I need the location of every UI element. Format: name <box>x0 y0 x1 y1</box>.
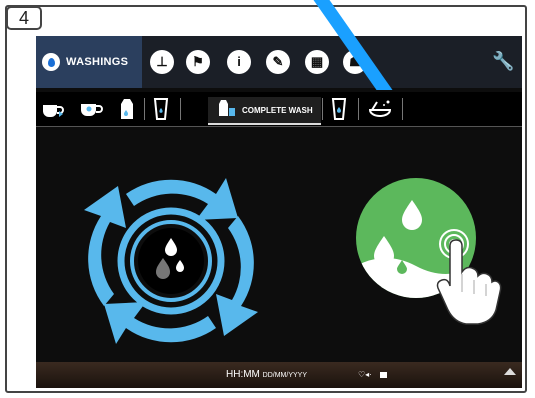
drop-icon <box>42 53 60 71</box>
glass-drop-icon[interactable] <box>328 97 350 121</box>
status-indicator-icons: ♡◂· <box>358 370 372 379</box>
info-icon[interactable]: i <box>227 50 251 74</box>
milk-carton-icon[interactable] <box>116 97 138 121</box>
complete-wash-label: COMPLETE WASH <box>242 105 313 115</box>
wash-cycle-graphic <box>84 178 258 344</box>
tab-washings-label: WASHINGS <box>66 56 129 68</box>
tap-hand-icon <box>436 229 502 325</box>
time-label: HH:MM <box>226 369 260 380</box>
step-number-badge: 4 <box>6 6 42 30</box>
calculator-icon[interactable]: ▦ <box>305 50 329 74</box>
separator <box>180 98 181 120</box>
coffee-wash-icon[interactable] <box>40 97 68 121</box>
tab-washings[interactable]: WASHINGS <box>36 36 142 88</box>
flag-icon[interactable]: ⚑ <box>186 50 210 74</box>
status-bar: HH:MM DD/MM/YYYY ♡◂· <box>36 362 522 388</box>
cup-icon[interactable] <box>78 97 104 121</box>
pencil-icon[interactable]: ✎ <box>266 50 290 74</box>
glass-icon[interactable] <box>150 97 172 121</box>
complete-wash-tab[interactable]: COMPLETE WASH <box>208 97 321 125</box>
date-label: DD/MM/YYYY <box>262 372 308 379</box>
status-indicators: ♡◂· <box>358 370 388 379</box>
separator <box>402 98 403 120</box>
clock-icon[interactable]: ⊥ <box>150 50 174 74</box>
separator <box>358 98 359 120</box>
printer-icon <box>380 371 388 378</box>
milk-wash-icon <box>216 98 238 123</box>
scroll-up-icon[interactable] <box>504 368 516 375</box>
clock-display: HH:MM DD/MM/YYYY <box>226 369 307 380</box>
cleaning-icon[interactable] <box>366 97 394 121</box>
separator <box>322 98 323 120</box>
separator <box>144 98 145 120</box>
